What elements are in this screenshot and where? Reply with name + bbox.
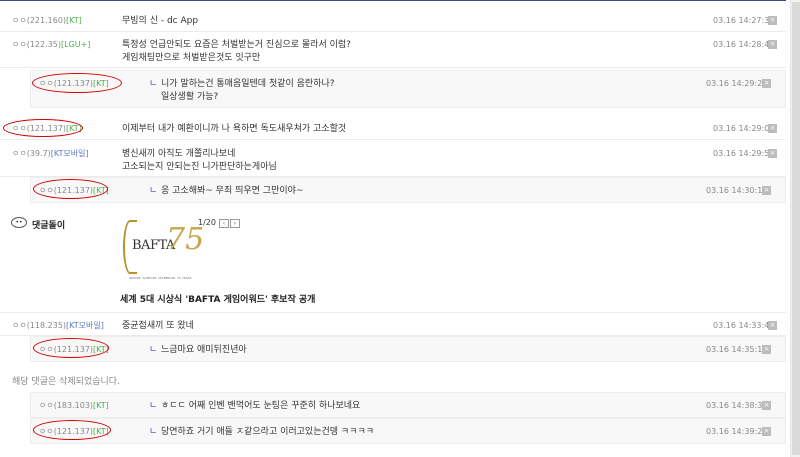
comment-text: ㄴ응 고소해봐~ 무죄 띄우면 그만이야~ xyxy=(149,186,304,196)
comment-date: 03.16 14:33:48 xyxy=(713,321,775,330)
delete-icon[interactable]: × xyxy=(762,345,771,354)
comment-date: 03.16 14:30:10 xyxy=(706,186,768,195)
bafta-banner-image[interactable]: BAFTA 75 INSPIRE. SUPPORT. CELEBRATE. 75… xyxy=(120,214,204,284)
reply-arrow-icon: ㄴ xyxy=(149,401,158,411)
next-button[interactable]: › xyxy=(230,219,240,228)
banner-fineprint: INSPIRE. SUPPORT. CELEBRATE. 75 YEARS xyxy=(129,276,192,280)
banner-caption[interactable]: 세계 5대 시상식 'BAFTA 게임어워드' 후보작 공개 xyxy=(120,292,315,305)
highlight-circle xyxy=(33,179,108,199)
comment-text: ㄴ 느금마요 애미뒤진년아 xyxy=(149,345,247,355)
comment-author[interactable]: ㅇㅇ(122.35)[LGU+] xyxy=(12,39,90,50)
delete-icon[interactable]: × xyxy=(762,401,771,410)
comment-row: ㅇㅇ(221.160)[KT] 무빙의 신 - dc App 03.16 14:… xyxy=(0,8,786,32)
delete-icon[interactable]: × xyxy=(762,79,771,88)
comment-text: ㄴ 니가 말하는건 통매음일텐데 첫같이 음란하나? 일상생활 가능? xyxy=(149,79,335,102)
comment-row: ㅇㅇ(122.35)[LGU+] 특정성 언급안되도 요즘은 처벌받는거 진심으… xyxy=(0,32,786,68)
delete-icon[interactable]: × xyxy=(768,16,777,25)
comment-author[interactable]: 댓글돌이 xyxy=(32,218,65,231)
bot-face-icon: •• xyxy=(11,217,27,228)
delete-icon[interactable]: × xyxy=(762,186,771,195)
deleted-notice: 해당 댓글은 삭제되었습니다. xyxy=(12,377,120,387)
highlight-circle xyxy=(33,420,111,440)
comment-text: 병신새끼 아직도 개쫄리나보네 고소되는지 안되는진 니가판단하는게아님 xyxy=(122,149,277,172)
comment-date: 03.16 14:38:32 xyxy=(706,401,768,410)
comment-date: 03.16 14:39:25 xyxy=(706,427,768,436)
scrollbar[interactable] xyxy=(790,0,800,457)
banner-number: 75 xyxy=(166,222,205,257)
top-border xyxy=(0,0,786,1)
reply-row: ㅇㅇ(183.103)[KT] ㄴㅎㄷㄷ 어째 인벤 밴먹어도 눈팅은 꾸준히 … xyxy=(30,392,786,418)
comment-date: 03.16 14:35:19 xyxy=(706,345,768,354)
comment-text: ㄴㅎㄷㄷ 어째 인벤 밴먹어도 눈팅은 꾸준히 하나보네요 xyxy=(149,401,361,411)
comment-row: ㅇㅇ(121.137)[KT] 이제부터 내가 예환이니까 나 욕하면 독도새우… xyxy=(0,116,786,140)
comment-text: 이제부터 내가 예환이니까 나 욕하면 독도새우쳐가 고소할것 xyxy=(122,124,347,134)
comment-date: 03.16 14:29:24 xyxy=(706,79,768,88)
scrollbar-thumb[interactable] xyxy=(792,2,800,455)
reply-row: ㅇㅇ(121.137)[KT] ㄴ 니가 말하는건 통매음일텐데 첫같이 음란하나… xyxy=(30,70,786,108)
comment-date: 03.16 14:28:44 xyxy=(713,40,775,49)
prev-button[interactable]: ‹ xyxy=(219,219,229,228)
dccon-comment: •• 댓글돌이 BAFTA 75 INSPIRE. SUPPORT. CELEB… xyxy=(0,210,786,312)
comment-author[interactable]: ㅇㅇ(39.7)[KT모바일] xyxy=(12,148,89,159)
reply-row: ㅇㅇ(121.137)[KT] ㄴ응 고소해봐~ 무죄 띄우면 그만이야~ 03… xyxy=(30,177,786,203)
reply-row: ㅇㅇ(121.137)[KT] ㄴ 당연하죠 거기 애들 ㅈ같으라고 이러고있는건… xyxy=(30,418,786,444)
comment-text: 중균접새끼 또 왔네 xyxy=(122,321,194,331)
comment-text: 특정성 언급안되도 요즘은 처벌받는거 진심으로 몰라서 이럼? 게임채팅만으로 … xyxy=(122,40,351,63)
pager-count: 1/20 xyxy=(198,218,216,227)
highlight-circle xyxy=(3,119,83,137)
reply-arrow-icon: ㄴ xyxy=(149,79,158,89)
delete-icon[interactable]: × xyxy=(768,40,777,49)
reply-arrow-icon: ㄴ xyxy=(149,345,158,355)
highlight-circle xyxy=(33,338,109,358)
highlight-circle xyxy=(32,73,122,93)
comment-date: 03.16 14:29:03 xyxy=(713,124,775,133)
comment-date: 03.16 14:27:33 xyxy=(713,16,775,25)
comment-date: 03.16 14:29:52 xyxy=(713,149,775,158)
delete-icon[interactable]: × xyxy=(768,149,777,158)
reply-arrow-icon: ㄴ xyxy=(149,186,158,196)
comment-row: ㅇㅇ(118.235)[KT모바일] 중균접새끼 또 왔네 03.16 14:3… xyxy=(0,312,786,336)
delete-icon[interactable]: × xyxy=(762,427,771,436)
comment-text: 무빙의 신 - dc App xyxy=(122,16,199,26)
delete-icon[interactable]: × xyxy=(768,124,777,133)
comment-author[interactable]: ㅇㅇ(183.103)[KT] xyxy=(39,400,109,411)
comment-author[interactable]: ㅇㅇ(118.235)[KT모바일] xyxy=(12,320,104,331)
comment-author[interactable]: ㅇㅇ(221.160)[KT] xyxy=(12,15,82,26)
comment-row: ㅇㅇ(39.7)[KT모바일] 병신새끼 아직도 개쫄리나보네 고소되는지 안되는… xyxy=(0,141,786,177)
reply-arrow-icon: ㄴ xyxy=(149,427,158,437)
reply-row: ㅇㅇ(121.137)[KT] ㄴ 느금마요 애미뒤진년아 03.16 14:35… xyxy=(30,336,786,362)
delete-icon[interactable]: × xyxy=(768,321,777,330)
comment-text: ㄴ 당연하죠 거기 애들 ㅈ같으라고 이러고있는건뎅 ㅋㅋㅋㅋ xyxy=(149,427,375,437)
